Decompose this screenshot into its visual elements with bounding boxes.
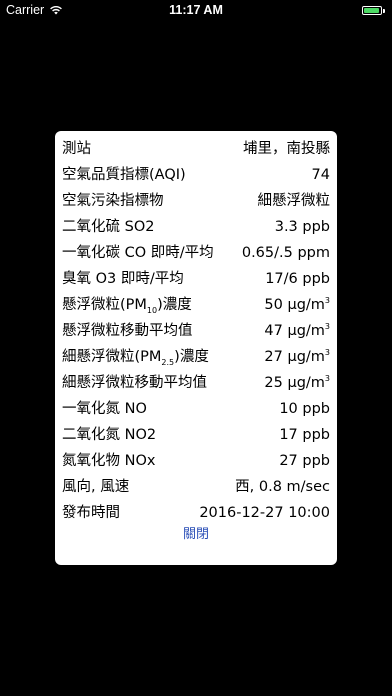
row-o3: 臭氧 O3 即時/平均 17/6 ppb (62, 266, 330, 292)
row-main-pollutant: 空氣污染指標物 細懸浮微粒 (62, 188, 330, 214)
pm10-label-sub: 10 (146, 305, 158, 315)
pm25-avg-value-sup: 3 (324, 374, 330, 384)
co-value: 0.65/.5 ppm (241, 245, 330, 261)
row-pm10: 懸浮微粒(PM10)濃度 50 μg/m3 (62, 292, 330, 318)
pm25-value: 27 μg/m3 (264, 344, 330, 370)
no-label: 一氧化氮 NO (62, 401, 147, 417)
row-pm10-avg: 懸浮微粒移動平均值 47 μg/m3 (62, 318, 330, 344)
row-pm25-avg: 細懸浮微粒移動平均值 25 μg/m3 (62, 370, 330, 396)
aqi-label: 空氣品質指標(AQI) (62, 167, 186, 183)
no2-label: 二氧化氮 NO2 (62, 427, 157, 443)
pm10-avg-value-sup: 3 (324, 322, 330, 332)
row-no2: 二氧化氮 NO2 17 ppb (62, 422, 330, 448)
row-no: 一氧化氮 NO 10 ppb (62, 396, 330, 422)
row-wind: 風向, 風速 西, 0.8 m/sec (62, 474, 330, 500)
close-button[interactable]: 關閉 (183, 527, 209, 542)
phone-screen: Carrier 11:17 AM 測站 埔里，南投縣 空氣品質指標(AQI) 7… (0, 0, 392, 696)
row-aqi: 空氣品質指標(AQI) 74 (62, 162, 330, 188)
so2-label: 二氧化硫 SO2 (62, 219, 155, 235)
o3-label: 臭氧 O3 即時/平均 (62, 271, 184, 287)
pm10-avg-label: 懸浮微粒移動平均值 (62, 323, 193, 339)
pm25-value-number: 27 μg/m (264, 349, 325, 365)
pm25-avg-label: 細懸浮微粒移動平均值 (62, 375, 207, 391)
publish-time-value: 2016-12-27 10:00 (199, 505, 330, 521)
nox-value: 27 ppb (279, 453, 330, 469)
station-value: 埔里，南投縣 (243, 141, 330, 157)
no2-value: 17 ppb (279, 427, 330, 443)
row-publish-time: 發布時間 2016-12-27 10:00 (62, 500, 330, 526)
air-quality-dialog: 測站 埔里，南投縣 空氣品質指標(AQI) 74 空氣污染指標物 細懸浮微粒 二… (55, 131, 337, 565)
pm25-label: 細懸浮微粒(PM2.5)濃度 (62, 344, 209, 370)
row-pm25: 細懸浮微粒(PM2.5)濃度 27 μg/m3 (62, 344, 330, 370)
pm10-label-post: )濃度 (157, 297, 192, 313)
pm25-label-post: )濃度 (174, 349, 209, 365)
status-time: 11:17 AM (169, 3, 223, 17)
so2-value: 3.3 ppb (274, 219, 330, 235)
o3-value: 17/6 ppb (265, 271, 330, 287)
publish-time-label: 發布時間 (62, 505, 120, 521)
pm10-value: 50 μg/m3 (264, 292, 330, 318)
pm10-avg-value-number: 47 μg/m (264, 323, 325, 339)
pm25-value-sup: 3 (324, 348, 330, 358)
station-label: 測站 (62, 141, 91, 157)
pm10-label-pre: 懸浮微粒(PM (62, 297, 147, 313)
co-label: 一氧化碳 CO 即時/平均 (62, 245, 214, 261)
row-nox: 氮氧化物 NOx 27 ppb (62, 448, 330, 474)
main-pollutant-label: 空氣污染指標物 (62, 193, 164, 209)
row-so2: 二氧化硫 SO2 3.3 ppb (62, 214, 330, 240)
pm25-avg-value: 25 μg/m3 (264, 370, 330, 396)
pm25-label-sub: 2.5 (161, 357, 175, 367)
main-pollutant-value: 細懸浮微粒 (257, 193, 331, 209)
wind-value: 西, 0.8 m/sec (235, 479, 330, 495)
nox-label: 氮氧化物 NOx (62, 453, 156, 469)
close-row: 關閉 (62, 526, 330, 548)
row-station: 測站 埔里，南投縣 (62, 136, 330, 162)
aqi-value: 74 (311, 167, 330, 183)
pm25-avg-value-number: 25 μg/m (264, 375, 325, 391)
pm10-value-number: 50 μg/m (264, 297, 325, 313)
pm25-label-pre: 細懸浮微粒(PM (62, 349, 162, 365)
pm10-label: 懸浮微粒(PM10)濃度 (62, 292, 192, 318)
wind-label: 風向, 風速 (62, 479, 130, 495)
status-bar: Carrier 11:17 AM (0, 0, 392, 22)
no-value: 10 ppb (279, 401, 330, 417)
pm10-avg-value: 47 μg/m3 (264, 318, 330, 344)
battery-icon (362, 6, 386, 16)
row-co: 一氧化碳 CO 即時/平均 0.65/.5 ppm (62, 240, 330, 266)
pm10-value-sup: 3 (324, 296, 330, 306)
